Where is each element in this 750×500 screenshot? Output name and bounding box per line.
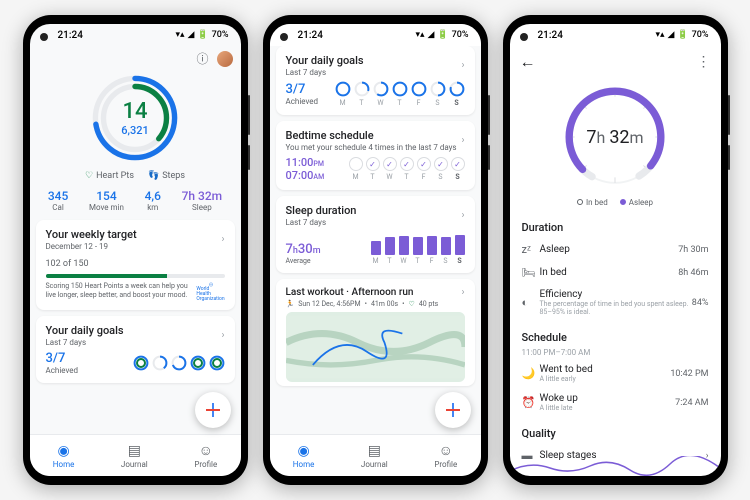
plus-icon — [446, 403, 460, 417]
bedtime-card[interactable]: Bedtime schedule You met your schedule 4… — [276, 121, 475, 190]
chevron-right-icon: › — [461, 135, 464, 146]
chevron-right-icon: › — [461, 60, 464, 71]
sleep-bar-chart — [371, 231, 465, 255]
nav-home[interactable]: ◉Home — [293, 443, 315, 469]
nav-profile[interactable]: ☺Profile — [194, 442, 217, 469]
home-icon: ◉ — [297, 443, 309, 459]
status-icons: ▾▴ ◢ 🔋 70% — [175, 30, 228, 40]
workout-map — [286, 312, 465, 382]
chevron-right-icon: › — [221, 234, 224, 245]
bed-icon: 🛏 — [522, 266, 540, 279]
went-to-bed-row[interactable]: 🌙 Went to bed A little early 10:42 PM — [510, 359, 721, 388]
weekly-target-card[interactable]: Your weekly target December 12 - 19 › 10… — [36, 220, 235, 310]
daily-goals-card[interactable]: Your daily goals Last 7 days › 3/7 Achie… — [36, 316, 235, 383]
inbed-row[interactable]: 🛏 In bed 8h 46m — [510, 261, 721, 284]
alarm-icon: ⏰ — [522, 396, 540, 409]
schedule-title: Schedule — [510, 327, 721, 348]
more-icon[interactable]: ⋮ — [697, 54, 711, 70]
bottom-nav: ◉Home ▤Journal ☺Profile — [30, 434, 241, 476]
home-icon: ◉ — [57, 443, 69, 459]
ring-legend: ♡Heart Pts 👣Steps — [36, 171, 235, 181]
stats-row[interactable]: 345Cal 154Move min 4,6km 7h 32mSleep — [36, 185, 235, 220]
duration-title: Duration — [510, 217, 721, 238]
heart-pts-value: 14 — [122, 99, 147, 124]
back-button[interactable]: ← — [520, 52, 536, 72]
efficiency-icon: ◐ — [522, 296, 540, 309]
clock: 21:24 — [58, 30, 83, 41]
sleep-duration-card[interactable]: Sleep duration Last 7 days › 7h30m Avera… — [276, 196, 475, 273]
daily-goals-card[interactable]: Your daily goals Last 7 days › 3/7 Achie… — [276, 46, 475, 115]
activity-ring[interactable]: 14 6,321 — [90, 73, 180, 163]
asleep-row[interactable]: zᶻ Asleep 7h 30m — [510, 238, 721, 261]
journal-icon: ▤ — [368, 443, 381, 459]
nav-profile[interactable]: ☺Profile — [434, 442, 457, 469]
who-logo: World Health Organization — [197, 282, 225, 302]
status-bar: 21:24 ▾▴◢🔋70% — [270, 24, 481, 46]
run-icon: 🏃 — [286, 300, 295, 308]
chevron-right-icon: › — [461, 210, 464, 221]
sleep-ring: 7h 32m — [560, 82, 670, 192]
wifi-icon: ▾▴ — [175, 30, 184, 40]
moon-icon: 🌙 — [522, 367, 540, 380]
woke-up-row[interactable]: ⏰ Woke up A little late 7:24 AM — [510, 388, 721, 417]
efficiency-row[interactable]: ◐ Efficiency The percentage of time in b… — [510, 284, 721, 321]
signal-icon: ◢ — [188, 30, 195, 40]
sleep-legend: In bed Asleep — [510, 198, 721, 207]
nav-home[interactable]: ◉Home — [53, 443, 75, 469]
profile-icon: ☺ — [439, 442, 453, 459]
nav-journal[interactable]: ▤Journal — [121, 443, 148, 469]
nav-journal[interactable]: ▤Journal — [361, 443, 388, 469]
steps-value: 6,321 — [121, 124, 148, 137]
plus-icon — [206, 403, 220, 417]
profile-icon: ☺ — [199, 442, 213, 459]
clock: 21:24 — [298, 30, 323, 41]
chevron-right-icon: › — [461, 287, 464, 298]
fab-add[interactable] — [195, 392, 231, 428]
quality-title: Quality — [510, 423, 721, 444]
last-workout-card[interactable]: Last workout · Afternoon run › 🏃 Sun 12 … — [276, 279, 475, 386]
clock: 21:24 — [538, 30, 563, 41]
fab-add[interactable] — [435, 392, 471, 428]
info-icon[interactable]: ⓘ — [196, 50, 208, 67]
sleep-icon: zᶻ — [522, 243, 540, 256]
status-bar: 21:24 ▾▴◢🔋70% — [510, 24, 721, 46]
schedule-range: 11:00 PM–7:00 AM — [510, 348, 721, 359]
battery-icon: 🔋 — [197, 30, 208, 40]
avatar[interactable] — [217, 51, 233, 67]
chevron-right-icon: › — [221, 330, 224, 341]
sleep-wave — [510, 456, 720, 476]
status-bar: 21:24 ▾▴ ◢ 🔋 70% — [30, 24, 241, 46]
steps-icon: 👣 — [148, 171, 159, 181]
heart-icon: ♡ — [85, 171, 93, 181]
bottom-nav: ◉Home ▤Journal ☺Profile — [270, 434, 481, 476]
journal-icon: ▤ — [128, 443, 141, 459]
